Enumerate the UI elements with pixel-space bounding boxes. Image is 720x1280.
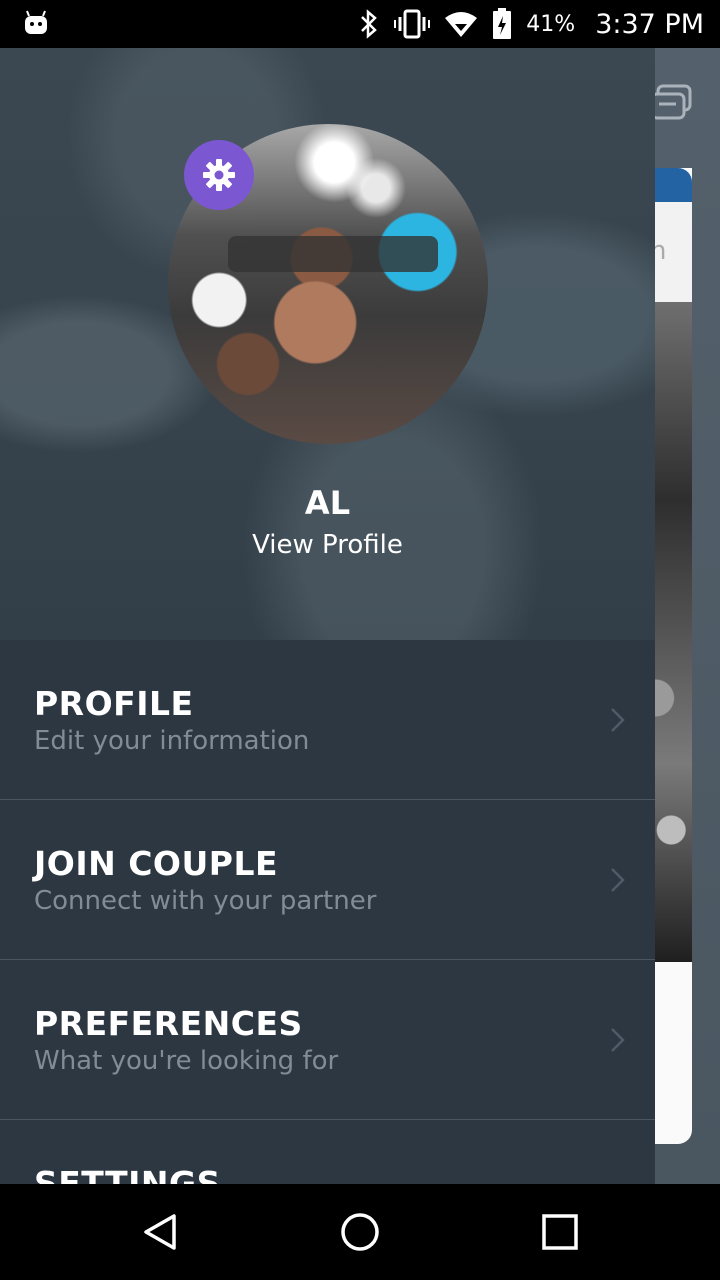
menu-item-title: SETTINGS <box>34 1164 221 1184</box>
menu-item-subtitle: Connect with your partner <box>34 886 377 916</box>
chevron-right-icon <box>611 708 625 732</box>
user-name: AL <box>304 484 351 522</box>
navigation-drawer: AL View Profile PROFILE Edit your inform… <box>0 48 655 1184</box>
clock: 3:37 PM <box>595 8 704 40</box>
menu-item-preferences[interactable]: PREFERENCES What you're looking for <box>0 960 655 1120</box>
android-notification-icon <box>25 10 47 34</box>
drawer-menu: PROFILE Edit your information JOIN COUPL… <box>0 640 655 1184</box>
menu-item-subtitle: Edit your information <box>34 726 310 756</box>
status-bar: 41% 3:37 PM <box>0 0 720 48</box>
wifi-icon <box>445 12 478 37</box>
battery-icon <box>493 8 512 39</box>
chevron-right-icon <box>611 1028 625 1052</box>
avatar-photo-detail <box>228 236 438 272</box>
battery-percent: 41% <box>526 11 576 37</box>
recents-button[interactable] <box>536 1208 584 1256</box>
menu-item-title: JOIN COUPLE <box>34 844 279 883</box>
menu-item-subtitle: What you're looking for <box>34 1046 339 1076</box>
back-icon <box>144 1214 176 1250</box>
system-nav-bar <box>0 1184 720 1280</box>
menu-item-join-couple[interactable]: JOIN COUPLE Connect with your partner <box>0 800 655 960</box>
menu-item-title: PROFILE <box>34 684 194 723</box>
recents-icon <box>542 1214 578 1250</box>
settings-gear-button[interactable] <box>184 140 254 210</box>
home-button[interactable] <box>336 1208 384 1256</box>
view-profile-link[interactable]: View Profile <box>0 530 655 560</box>
menu-item-profile[interactable]: PROFILE Edit your information <box>0 640 655 800</box>
bluetooth-icon <box>361 9 378 39</box>
drawer-header: AL View Profile <box>0 48 655 640</box>
vibrate-icon <box>394 9 431 39</box>
menu-item-title: PREFERENCES <box>34 1004 303 1043</box>
chat-icon[interactable] <box>650 84 692 124</box>
gear-icon <box>203 159 235 191</box>
chevron-right-icon <box>611 868 625 892</box>
back-button[interactable] <box>136 1208 184 1256</box>
home-icon <box>341 1213 379 1251</box>
menu-item-settings[interactable]: SETTINGS <box>0 1120 655 1184</box>
